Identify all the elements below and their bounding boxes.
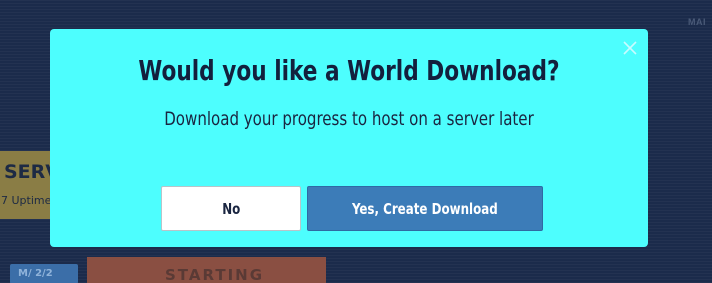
server-card-title: SERV (4, 161, 56, 183)
nav-label[interactable]: MAI (688, 17, 706, 27)
close-button[interactable] (623, 41, 637, 55)
create-download-button[interactable]: Yes, Create Download (307, 186, 543, 231)
world-download-dialog: Would you like a World Download? Downloa… (50, 29, 648, 247)
dialog-subtitle: Download your progress to host on a serv… (164, 108, 534, 130)
status-button[interactable]: STARTING (87, 257, 326, 283)
dialog-title: Would you like a World Download? (138, 54, 560, 87)
server-tag-label: M/ 2/2 (18, 268, 53, 279)
no-button[interactable]: No (161, 186, 301, 231)
server-tag: M/ 2/2 (10, 264, 78, 283)
server-card: SERV 7 Uptime (0, 151, 56, 219)
server-card-subtitle: 7 Uptime (1, 194, 52, 207)
status-button-label: STARTING (165, 266, 265, 283)
no-button-label: No (221, 199, 241, 218)
create-download-button-label: Yes, Create Download (352, 199, 498, 218)
close-icon (623, 41, 637, 55)
